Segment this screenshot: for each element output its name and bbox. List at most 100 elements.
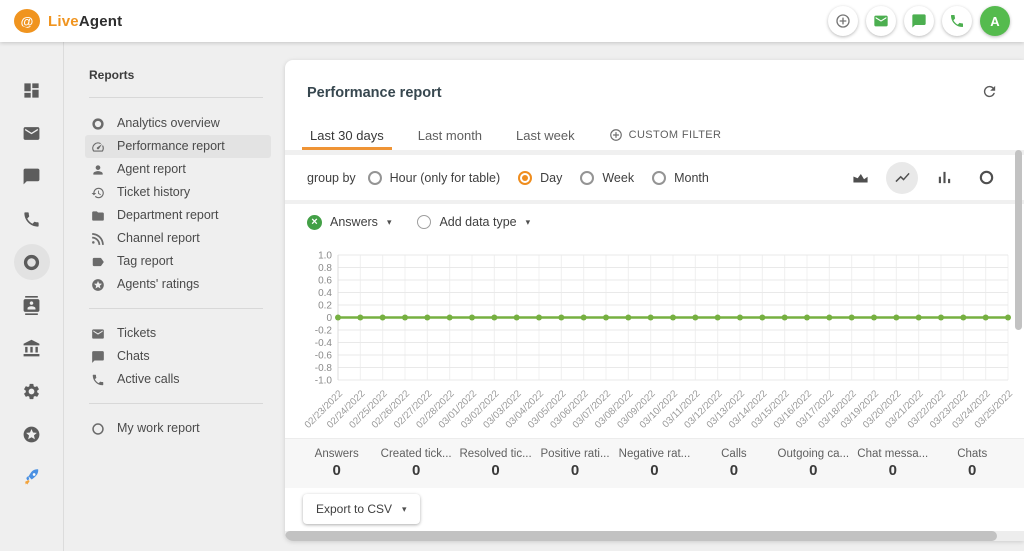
group-by-label: group by — [307, 171, 356, 185]
tab-label: Last 30 days — [310, 128, 384, 143]
user-avatar[interactable]: A — [980, 6, 1010, 36]
sidebar-item-tickets[interactable]: Tickets — [85, 322, 271, 345]
stats-summary-row: Answers0Created tick...0Resolved tic...0… — [285, 438, 1024, 488]
donut-icon — [22, 253, 41, 272]
stat-answers: Answers0 — [297, 448, 376, 479]
add-data-type-label: Add data type — [439, 215, 516, 229]
history-icon — [91, 186, 105, 200]
stat-label: Chat messa... — [853, 448, 932, 460]
gear-icon — [22, 382, 41, 401]
bar-chart-button[interactable] — [928, 162, 960, 194]
rail-item-gear[interactable] — [14, 373, 50, 409]
dashboard-icon — [22, 81, 41, 100]
sidebar-item-chats[interactable]: Chats — [85, 345, 271, 368]
rail-item-rocket[interactable] — [14, 459, 50, 495]
rail-item-contacts[interactable] — [14, 287, 50, 323]
line-chart-button[interactable] — [886, 162, 918, 194]
sidebar-title: Reports — [89, 68, 263, 82]
tab-custom-filter[interactable]: CUSTOM FILTER — [592, 120, 739, 150]
radio-hour-only-for-table[interactable]: Hour (only for table) — [368, 171, 500, 185]
bar-chart-icon — [936, 169, 953, 186]
card-header: Performance report — [285, 60, 1024, 120]
stat-value: 0 — [694, 462, 773, 479]
tab-label: Last month — [418, 128, 482, 143]
folder-icon — [91, 209, 105, 223]
sidebar-item-performance-report[interactable]: Performance report — [85, 135, 271, 158]
stat-value: 0 — [933, 462, 1012, 479]
radio-week[interactable]: Week — [580, 171, 634, 185]
svg-text:-0.6: -0.6 — [315, 351, 333, 362]
chat-icon — [22, 167, 41, 186]
rocket-icon — [22, 468, 41, 487]
chat-button[interactable] — [904, 6, 934, 36]
sidebar-item-active-calls[interactable]: Active calls — [85, 368, 271, 391]
phone-icon — [91, 373, 105, 387]
sidebar-item-agents-ratings[interactable]: Agents' ratings — [85, 273, 271, 296]
stat-label: Resolved tic... — [456, 448, 535, 460]
sidebar-item-ticket-history[interactable]: Ticket history — [85, 181, 271, 204]
svg-text:0: 0 — [326, 313, 332, 324]
rail-item-dashboard[interactable] — [14, 72, 50, 108]
vertical-scrollbar-thumb[interactable] — [1015, 150, 1022, 330]
liveagent-logo[interactable]: @ LiveAgent — [14, 9, 122, 33]
horizontal-scrollbar-thumb[interactable] — [285, 531, 997, 541]
report-tabs: Last 30 days Last month Last weekCUSTOM FI… — [285, 120, 1024, 150]
mail-icon — [873, 13, 889, 29]
sidebar-item-label: Ticket history — [117, 185, 190, 200]
radio-label: Hour (only for table) — [390, 171, 500, 185]
export-csv-button[interactable]: Export to CSV ▾ — [303, 494, 420, 524]
stat-chats: Chats0 — [933, 448, 1012, 479]
phone-icon — [22, 210, 41, 229]
rail-item-mail[interactable] — [14, 115, 50, 151]
add-data-type-button[interactable]: Add data type ▾ — [417, 215, 530, 229]
sidebar-item-analytics-overview[interactable]: Analytics overview — [85, 112, 271, 135]
series-chip-answers[interactable]: × Answers ▾ — [307, 215, 391, 230]
phone-button[interactable] — [942, 6, 972, 36]
chat-icon — [911, 13, 927, 29]
sidebar-item-my-work-report[interactable]: My work report — [85, 417, 271, 440]
mail-button[interactable] — [866, 6, 896, 36]
tab-last-week[interactable]: Last week — [499, 120, 592, 150]
export-row: Export to CSV ▾ — [285, 488, 1024, 530]
sidebar-item-channel-report[interactable]: Channel report — [85, 227, 271, 250]
svg-text:0.6: 0.6 — [318, 276, 332, 287]
area-chart-button[interactable] — [844, 162, 876, 194]
sidebar-item-label: Department report — [117, 208, 218, 223]
radio-unchecked-icon — [580, 171, 594, 185]
sidebar-item-tag-report[interactable]: Tag report — [85, 250, 271, 273]
stat-label: Created tick... — [376, 448, 455, 460]
rail-item-donut[interactable] — [14, 244, 50, 280]
stat-value: 0 — [774, 462, 853, 479]
plus-circle-button[interactable] — [828, 6, 858, 36]
remove-series-icon[interactable]: × — [307, 215, 322, 230]
rail-item-phone[interactable] — [14, 201, 50, 237]
stat-positive-rati: Positive rati...0 — [535, 448, 614, 479]
sidebar-item-department-report[interactable]: Department report — [85, 204, 271, 227]
sidebar-item-agent-report[interactable]: Agent report — [85, 158, 271, 181]
svg-text:-1.0: -1.0 — [315, 376, 333, 387]
radio-month[interactable]: Month — [652, 171, 709, 185]
export-csv-label: Export to CSV — [316, 502, 392, 516]
circle-icon — [91, 422, 105, 436]
radio-day[interactable]: Day — [518, 171, 562, 185]
performance-chart: 1.00.80.60.40.20-0.2-0.4-0.6-0.8-1.002/2… — [285, 240, 1024, 438]
refresh-button[interactable] — [981, 83, 998, 103]
mail-icon — [22, 124, 41, 143]
tab-last-month[interactable]: Last month — [401, 120, 499, 150]
stat-value: 0 — [297, 462, 376, 479]
rail-item-chat[interactable] — [14, 158, 50, 194]
stat-label: Outgoing ca... — [774, 448, 853, 460]
tab-last-30-days[interactable]: Last 30 days — [293, 120, 401, 150]
series-chip-label: Answers — [330, 215, 378, 229]
page-title: Performance report — [307, 85, 442, 101]
horizontal-scrollbar-track[interactable] — [285, 531, 1024, 541]
rail-item-star-circle[interactable] — [14, 416, 50, 452]
svg-text:-0.2: -0.2 — [315, 326, 333, 337]
svg-text:-0.4: -0.4 — [315, 338, 333, 349]
data-type-row: × Answers ▾ Add data type ▾ — [285, 204, 1024, 240]
donut-chart-button[interactable] — [970, 162, 1002, 194]
rail-item-bank[interactable] — [14, 330, 50, 366]
stat-label: Calls — [694, 448, 773, 460]
svg-text:0.8: 0.8 — [318, 263, 332, 274]
stat-calls: Calls 0 — [694, 448, 773, 479]
